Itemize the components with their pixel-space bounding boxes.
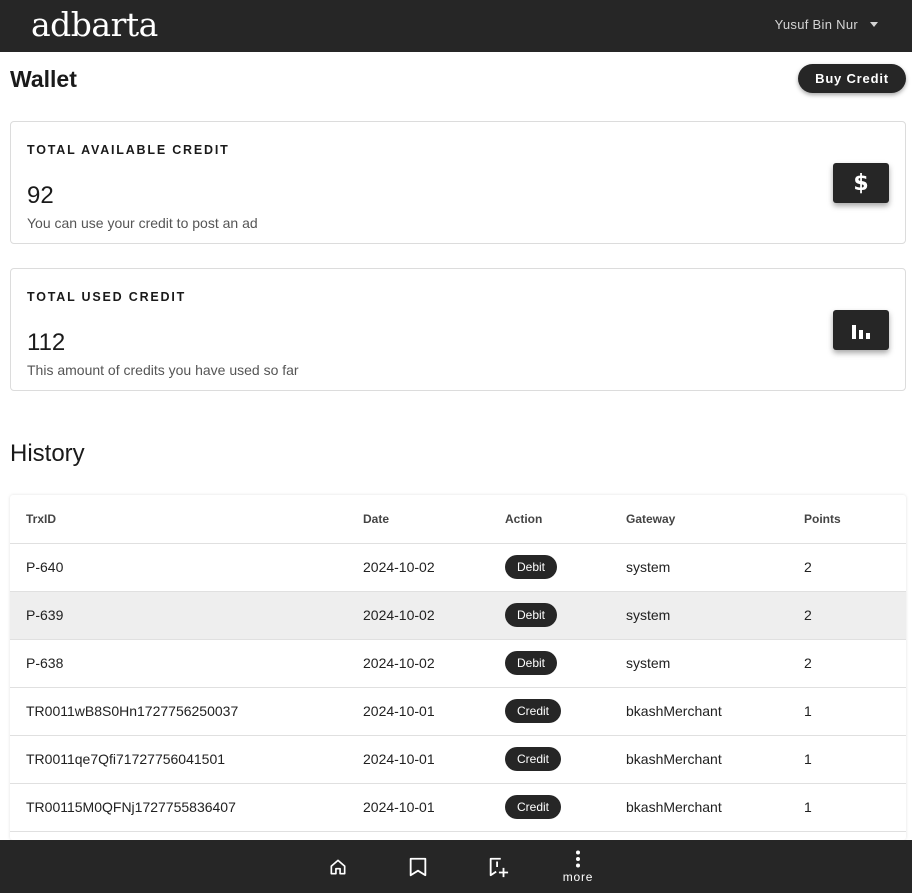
date-cell: 2024-10-02 xyxy=(363,639,505,688)
trxid-cell: TR00115M0QFNj1727755836407 xyxy=(10,783,363,832)
date-cell: 2024-10-02 xyxy=(363,543,505,592)
trxid-cell: P-639 xyxy=(10,591,363,640)
app-logo[interactable]: adbarta xyxy=(31,5,158,44)
action-cell: Debit xyxy=(505,543,626,592)
card-description: This amount of credits you have used so … xyxy=(27,362,299,378)
gateway-cell: system xyxy=(626,543,804,592)
buy-credit-button[interactable]: Buy Credit xyxy=(798,64,906,93)
used-credit-value: 112 xyxy=(27,329,66,356)
history-title: History xyxy=(10,440,85,467)
user-menu[interactable]: Yusuf Bin Nur xyxy=(775,17,878,32)
points-cell: 2 xyxy=(804,543,906,592)
card-label: TOTAL USED CREDIT xyxy=(27,290,187,304)
action-cell: Credit xyxy=(505,735,626,784)
more-vert-icon xyxy=(576,850,580,867)
gateway-cell: bkashMerchant xyxy=(626,687,804,736)
column-header-trxid[interactable]: TrxID xyxy=(10,495,363,544)
column-header-gateway[interactable]: Gateway xyxy=(626,495,804,544)
points-cell: 2 xyxy=(804,639,906,688)
points-cell: 1 xyxy=(804,687,906,736)
dollar-icon-button[interactable]: $ xyxy=(833,163,889,203)
bookmark-icon xyxy=(409,857,427,876)
bottom-navigation: more xyxy=(0,840,912,893)
caret-down-icon xyxy=(870,22,878,27)
action-badge: Credit xyxy=(505,699,562,723)
action-badge: Credit xyxy=(505,795,562,819)
gateway-cell: system xyxy=(626,639,804,688)
table-row[interactable]: TR0011qe7Qfi71727756041501 2024-10-01 Cr… xyxy=(10,735,906,784)
nav-bookmarks-button[interactable] xyxy=(398,840,438,893)
history-table: TrxID Date Action Gateway Points P-640 2… xyxy=(10,495,906,840)
action-badge: Debit xyxy=(505,555,558,579)
bar-chart-icon-button[interactable] xyxy=(833,310,889,350)
action-cell: Credit xyxy=(505,687,626,736)
table-row[interactable]: P-640 2024-10-02 Debit system 2 xyxy=(10,543,906,592)
action-cell: Credit xyxy=(505,783,626,832)
nav-more-button[interactable]: more xyxy=(558,840,598,893)
home-icon xyxy=(330,859,346,874)
bar-chart-icon xyxy=(852,325,870,339)
user-name: Yusuf Bin Nur xyxy=(774,17,858,32)
used-credit-card: TOTAL USED CREDIT 112 This amount of cre… xyxy=(10,268,906,391)
card-description: You can use your credit to post an ad xyxy=(27,215,258,231)
available-credit-card: TOTAL AVAILABLE CREDIT 92 You can use yo… xyxy=(10,121,906,244)
date-cell: 2024-10-01 xyxy=(363,783,505,832)
column-header-action[interactable]: Action xyxy=(505,495,626,544)
table-row[interactable]: P-639 2024-10-02 Debit system 2 xyxy=(10,591,906,640)
column-header-points[interactable]: Points xyxy=(804,495,906,544)
nav-home-button[interactable] xyxy=(318,840,358,893)
bookmark-add-icon xyxy=(489,857,509,877)
date-cell: 2024-10-01 xyxy=(363,735,505,784)
nav-add-bookmark-button[interactable] xyxy=(478,840,518,893)
page-title: Wallet xyxy=(10,66,77,92)
gateway-cell: bkashMerchant xyxy=(626,735,804,784)
action-cell: Debit xyxy=(505,639,626,688)
table-header-row: TrxID Date Action Gateway Points xyxy=(10,495,906,544)
points-cell: 1 xyxy=(804,783,906,832)
top-app-bar: adbarta Yusuf Bin Nur xyxy=(0,0,912,52)
card-label: TOTAL AVAILABLE CREDIT xyxy=(27,143,230,157)
trxid-cell: TR0011qe7Qfi71727756041501 xyxy=(10,735,363,784)
trxid-cell: P-640 xyxy=(10,543,363,592)
trxid-cell: TR0011wB8S0Hn1727756250037 xyxy=(10,687,363,736)
action-badge: Credit xyxy=(505,747,562,771)
points-cell: 2 xyxy=(804,591,906,640)
available-credit-value: 92 xyxy=(27,182,54,209)
dollar-icon: $ xyxy=(853,170,869,196)
action-cell: Debit xyxy=(505,591,626,640)
table-row[interactable]: TR0011wB8S0Hn1727756250037 2024-10-01 Cr… xyxy=(10,687,906,736)
action-badge: Debit xyxy=(505,603,558,627)
more-label: more xyxy=(562,869,594,884)
gateway-cell: bkashMerchant xyxy=(626,783,804,832)
table-row[interactable]: P-638 2024-10-02 Debit system 2 xyxy=(10,639,906,688)
table-row[interactable]: TR00115M0QFNj1727755836407 2024-10-01 Cr… xyxy=(10,783,906,832)
column-header-date[interactable]: Date xyxy=(363,495,505,544)
date-cell: 2024-10-01 xyxy=(363,687,505,736)
date-cell: 2024-10-02 xyxy=(363,591,505,640)
action-badge: Debit xyxy=(505,651,558,675)
points-cell: 1 xyxy=(804,735,906,784)
gateway-cell: system xyxy=(626,591,804,640)
trxid-cell: P-638 xyxy=(10,639,363,688)
